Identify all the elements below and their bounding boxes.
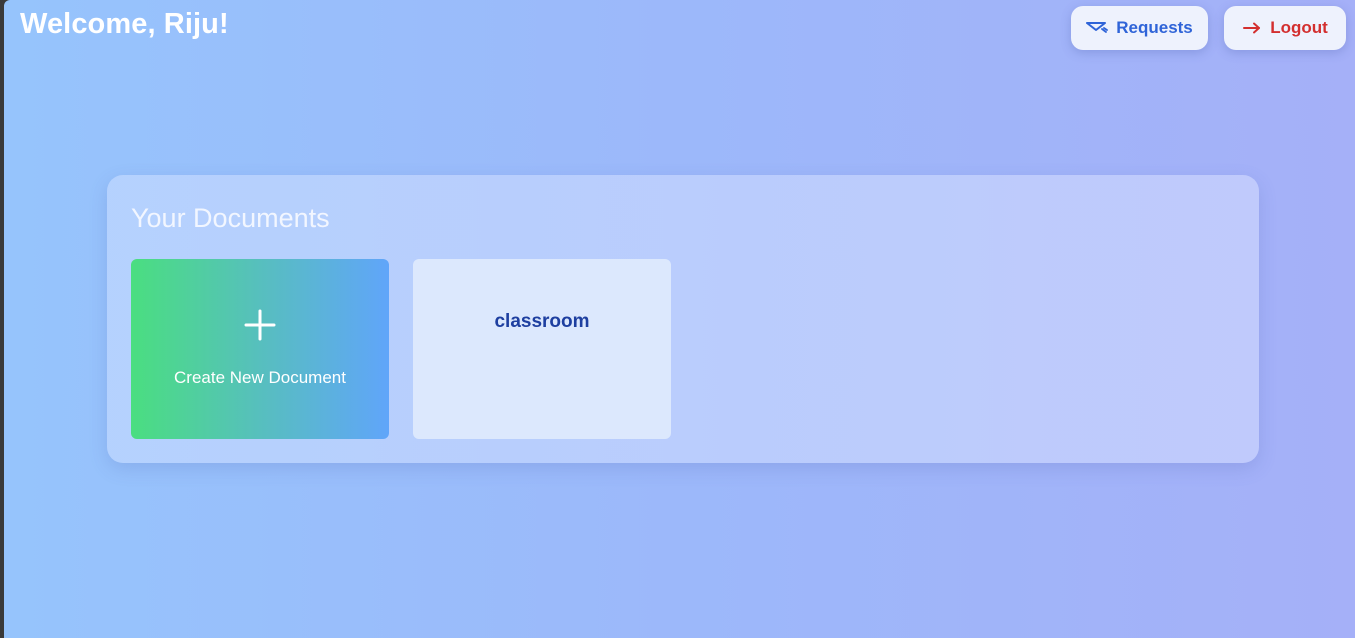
requests-button[interactable]: Requests — [1071, 6, 1208, 50]
plus-icon — [244, 309, 276, 341]
create-document-card[interactable]: Create New Document — [131, 259, 389, 439]
logout-label: Logout — [1270, 18, 1328, 37]
document-card-classroom[interactable]: classroom — [413, 259, 671, 439]
welcome-heading: Welcome, Riju! — [20, 8, 229, 40]
app-root: Welcome, Riju! Requests Logout Your Docu… — [4, 0, 1355, 638]
create-document-label: Create New Document — [174, 368, 346, 387]
logout-button[interactable]: Logout — [1224, 6, 1346, 50]
mail-send-icon — [1086, 21, 1109, 35]
arrow-right-icon — [1242, 21, 1262, 35]
requests-label: Requests — [1116, 18, 1193, 37]
document-title: classroom — [494, 311, 590, 332]
documents-title: Your Documents — [131, 203, 330, 233]
documents-panel: Your Documents Create New Document class… — [107, 175, 1259, 463]
